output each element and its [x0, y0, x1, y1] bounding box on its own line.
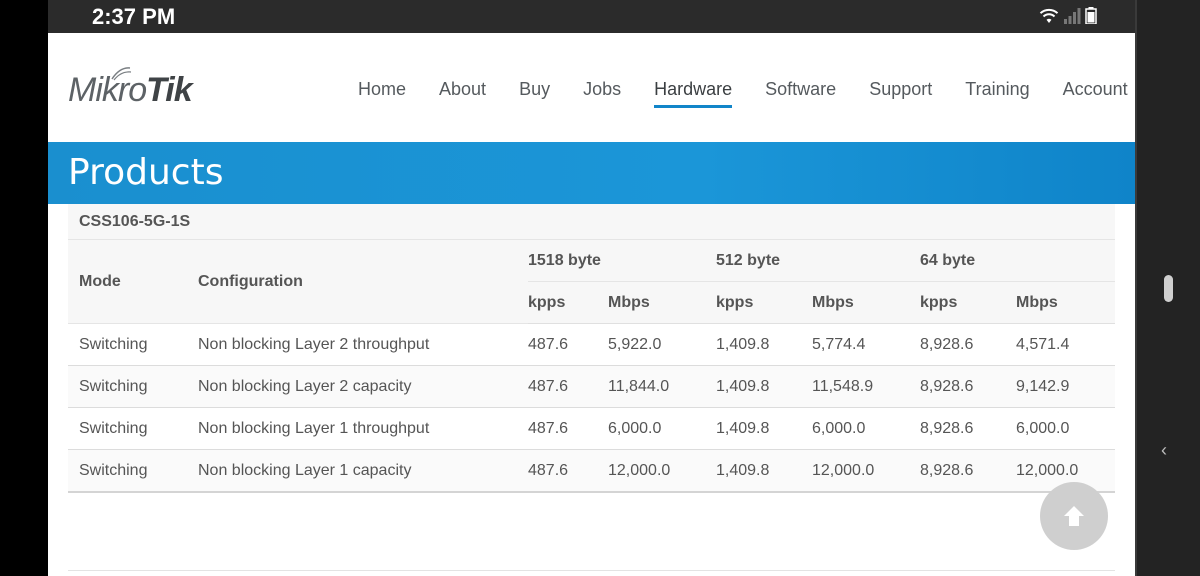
cell-value: 487.6 — [528, 407, 608, 450]
signal-icon — [1064, 8, 1081, 24]
header-kpps: kpps — [716, 281, 812, 324]
cell-value: 487.6 — [528, 365, 608, 408]
status-bar: 2:37 PM — [48, 0, 1135, 33]
cell-configuration: Non blocking Layer 1 capacity — [198, 449, 528, 493]
main-nav: Home About Buy Jobs Hardware Software Su… — [358, 79, 1135, 108]
cell-value: 11,548.9 — [812, 365, 920, 408]
logo-text-tik: Tik — [146, 71, 193, 109]
cell-value: 9,142.9 — [1016, 365, 1115, 408]
cell-value: 8,928.6 — [920, 323, 1016, 366]
cell-mode: Switching — [68, 407, 198, 450]
site-header: Mikro Tik Home About Buy Jobs Hardware So… — [48, 33, 1135, 142]
nav-support[interactable]: Support — [869, 79, 932, 106]
cell-value: 6,000.0 — [608, 407, 716, 450]
web-page: Mikro Tik Home About Buy Jobs Hardware So… — [48, 33, 1135, 576]
arrow-up-icon — [1064, 506, 1084, 526]
nav-jobs[interactable]: Jobs — [583, 79, 621, 106]
left-bezel — [0, 0, 48, 576]
nav-software[interactable]: Software — [765, 79, 836, 106]
nav-about[interactable]: About — [439, 79, 486, 106]
cell-mode: Switching — [68, 323, 198, 366]
table-row: Switching Non blocking Layer 1 throughpu… — [68, 407, 1115, 450]
header-row-groups: Mode Configuration 1518 byte 512 byte 64… — [68, 239, 1115, 324]
performance-table: CSS106-5G-1S Mode Configuration 1518 byt… — [68, 204, 1115, 493]
footer-divider — [68, 570, 1115, 571]
cell-value: 1,409.8 — [716, 365, 812, 408]
status-time: 2:37 PM — [92, 4, 176, 29]
header-mbps: Mbps — [812, 281, 920, 324]
cell-value: 5,774.4 — [812, 323, 920, 366]
nav-account[interactable]: Account — [1063, 79, 1128, 106]
header-1518-byte: 1518 byte — [528, 239, 716, 282]
screen: 2:37 PM ‹ Mikro Tik Home About Buy Jobs … — [0, 0, 1200, 576]
page-title: Products — [68, 152, 224, 193]
header-64-byte: 64 byte — [920, 239, 1115, 282]
header-512-byte: 512 byte — [716, 239, 920, 282]
cell-value: 12,000.0 — [812, 449, 920, 493]
cell-value: 12,000.0 — [608, 449, 716, 493]
header-mode: Mode — [68, 239, 198, 324]
cell-mode: Switching — [68, 365, 198, 408]
battery-icon — [1085, 7, 1097, 24]
cell-value: 6,000.0 — [812, 407, 920, 450]
cell-value: 1,409.8 — [716, 323, 812, 366]
nav-home[interactable]: Home — [358, 79, 406, 106]
cell-value: 487.6 — [528, 449, 608, 493]
chevron-left-icon[interactable]: ‹ — [1161, 440, 1167, 461]
cell-mode: Switching — [68, 449, 198, 493]
table-row: Switching Non blocking Layer 1 capacity … — [68, 449, 1115, 493]
cell-value: 487.6 — [528, 323, 608, 366]
table-row: Switching Non blocking Layer 2 capacity … — [68, 365, 1115, 408]
products-banner: Products — [48, 142, 1135, 204]
cell-value: 1,409.8 — [716, 407, 812, 450]
cell-value: 4,571.4 — [1016, 323, 1115, 366]
nav-hardware[interactable]: Hardware — [654, 79, 733, 108]
nav-buy[interactable]: Buy — [519, 79, 550, 106]
cell-value: 8,928.6 — [920, 449, 1016, 493]
cell-value: 6,000.0 — [1016, 407, 1115, 450]
cell-value: 5,922.0 — [608, 323, 716, 366]
wifi-icon — [1039, 8, 1059, 23]
status-icons — [1039, 7, 1097, 24]
scroll-to-top-button[interactable] — [1040, 482, 1108, 550]
cell-value: 8,928.6 — [920, 365, 1016, 408]
header-mbps: Mbps — [608, 281, 716, 324]
navigation-panel: ‹ — [1135, 0, 1200, 576]
table-row: Switching Non blocking Layer 2 throughpu… — [68, 323, 1115, 366]
cell-configuration: Non blocking Layer 2 throughput — [198, 323, 528, 366]
logo-swoosh-icon — [111, 67, 132, 81]
model-name: CSS106-5G-1S — [68, 204, 1115, 240]
header-kpps: kpps — [528, 281, 608, 324]
model-row: CSS106-5G-1S — [68, 204, 1115, 240]
scroll-handle[interactable] — [1164, 275, 1173, 302]
cell-configuration: Non blocking Layer 2 capacity — [198, 365, 528, 408]
cell-configuration: Non blocking Layer 1 throughput — [198, 407, 528, 450]
header-mbps: Mbps — [1016, 281, 1115, 324]
cell-value: 11,844.0 — [608, 365, 716, 408]
logo-text-mikro: Mikro — [68, 71, 147, 109]
header-configuration: Configuration — [198, 239, 528, 324]
nav-training[interactable]: Training — [965, 79, 1029, 106]
cell-value: 8,928.6 — [920, 407, 1016, 450]
mikrotik-logo[interactable]: Mikro Tik — [68, 67, 193, 110]
performance-table-container: CSS106-5G-1S Mode Configuration 1518 byt… — [68, 204, 1115, 493]
cell-value: 1,409.8 — [716, 449, 812, 493]
header-kpps: kpps — [920, 281, 1016, 324]
